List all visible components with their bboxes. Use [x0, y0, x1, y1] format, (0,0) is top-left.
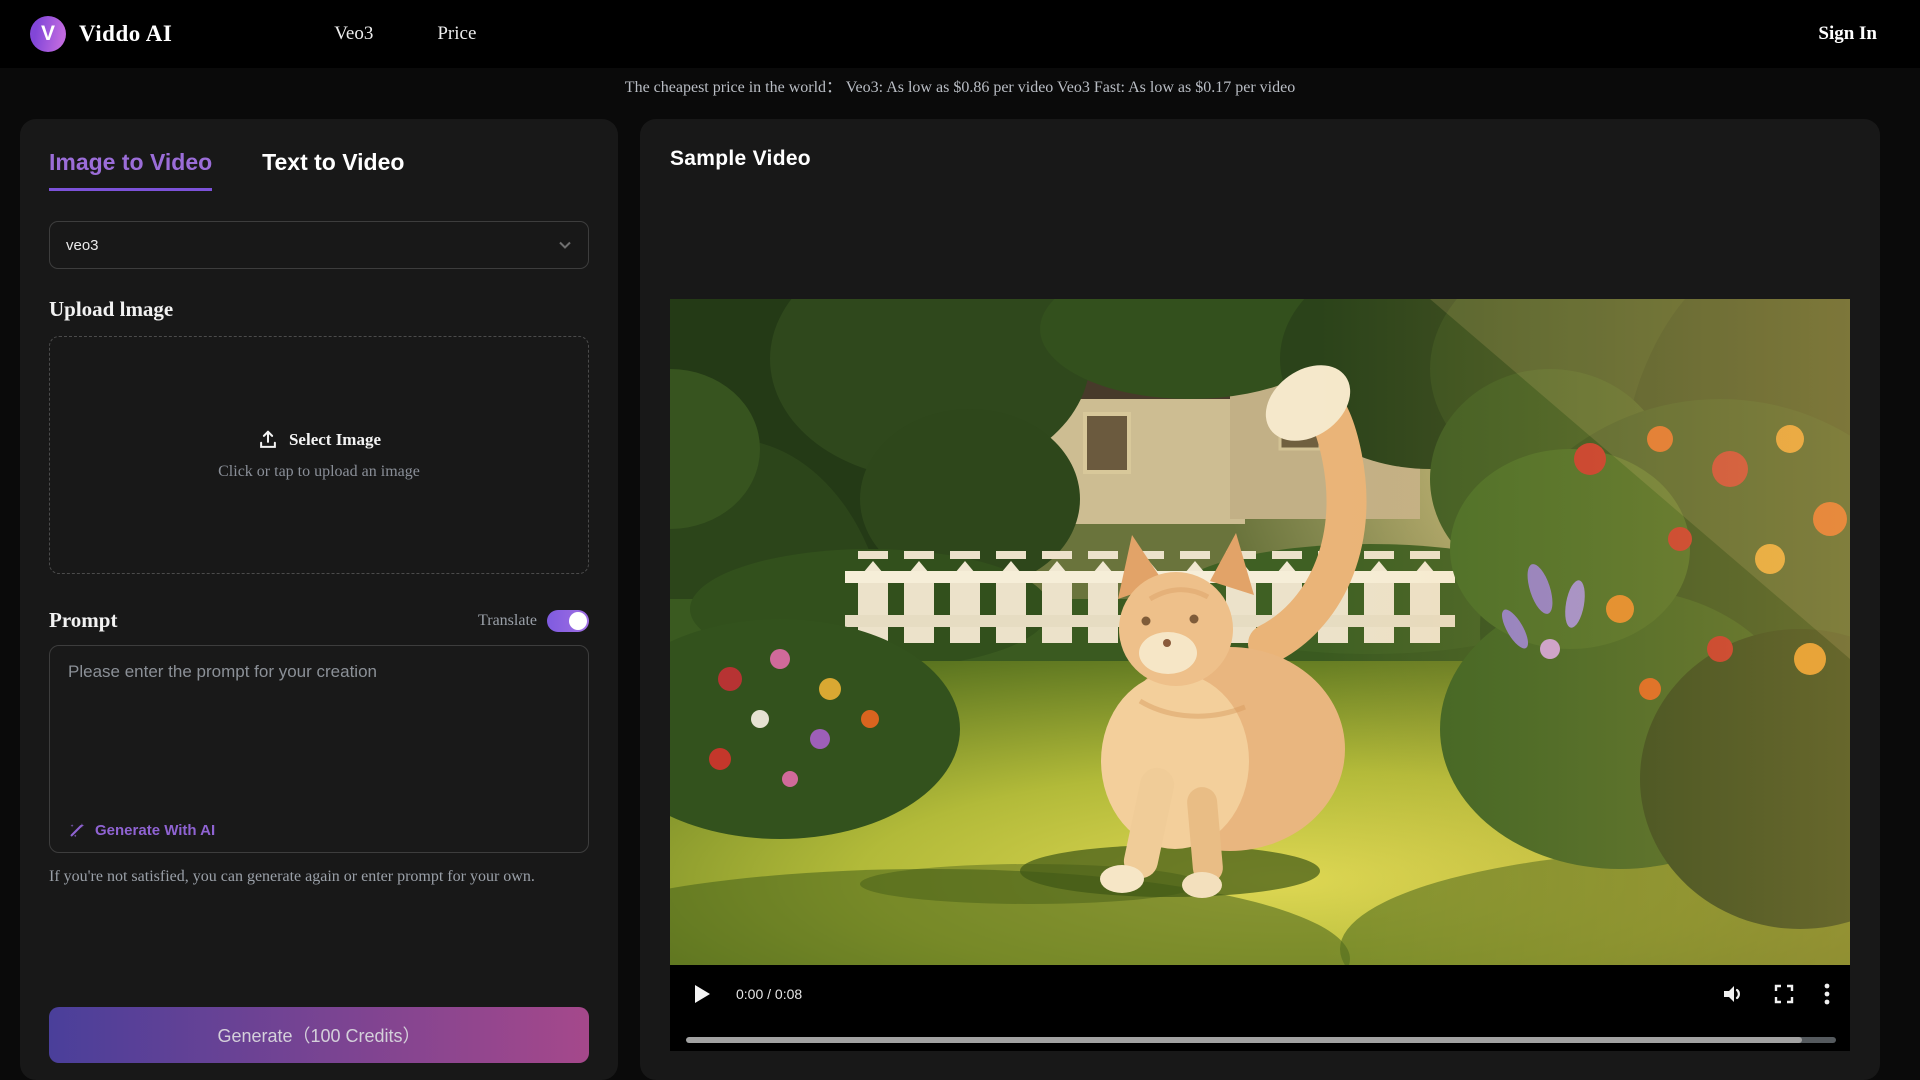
upload-heading: Upload lmage: [49, 297, 589, 322]
sample-video-frame: [670, 299, 1850, 965]
fullscreen-icon: [1774, 984, 1794, 1004]
chevron-down-icon: [558, 238, 572, 252]
navbar: V Viddo AI Veo3 Price Sign In: [0, 0, 1920, 68]
generate-with-ai-button[interactable]: Generate With AI: [68, 821, 215, 839]
fullscreen-button[interactable]: [1774, 984, 1794, 1004]
volume-button[interactable]: [1722, 984, 1744, 1004]
brand[interactable]: V Viddo AI: [30, 16, 172, 52]
model-select-value: veo3: [66, 237, 99, 254]
video-controls: 0:00 / 0:08: [670, 965, 1850, 1051]
retry-note: If you're not satisfied, you can generat…: [49, 868, 589, 886]
translate-label: Translate: [478, 612, 537, 630]
translate-toggle[interactable]: [547, 610, 589, 632]
viddo-logo-icon: V: [30, 16, 66, 52]
prompt-box: Generate With AI: [49, 645, 589, 853]
toggle-knob: [569, 612, 587, 630]
upload-icon: [257, 429, 279, 451]
play-icon: [694, 985, 710, 1003]
tab-image-to-video[interactable]: Image to Video: [49, 149, 212, 191]
generate-with-ai-label: Generate With AI: [95, 822, 215, 839]
upload-hint: Click or tap to upload an image: [218, 463, 420, 481]
brand-name: Viddo AI: [79, 21, 172, 47]
translate-control: Translate: [478, 610, 589, 632]
magic-wand-icon: [68, 821, 86, 839]
video-progress-bar[interactable]: [686, 1037, 1836, 1043]
nav-link-price[interactable]: Price: [437, 23, 476, 45]
model-select[interactable]: veo3: [49, 221, 589, 269]
prompt-heading: Prompt: [49, 608, 117, 633]
upload-dropzone[interactable]: Select Image Click or tap to upload an i…: [49, 336, 589, 574]
play-button[interactable]: [694, 985, 710, 1003]
sample-video[interactable]: 0:00 / 0:08: [670, 299, 1850, 1051]
tab-text-to-video[interactable]: Text to Video: [262, 149, 404, 188]
sample-panel: Sample Video: [640, 119, 1880, 1080]
kebab-menu-icon: [1824, 983, 1830, 1005]
nav-link-veo3[interactable]: Veo3: [334, 23, 373, 45]
more-options-button[interactable]: [1824, 983, 1830, 1005]
promo-banner: The cheapest price in the world： Veo3: A…: [0, 76, 1920, 100]
video-progress-buffered: [686, 1037, 1802, 1043]
time-display: 0:00 / 0:08: [736, 986, 802, 1002]
prompt-input[interactable]: [50, 646, 588, 786]
generate-button[interactable]: Generate（100 Credits）: [49, 1007, 589, 1063]
sign-in-button[interactable]: Sign In: [1818, 23, 1877, 45]
mode-tabs: Image to Video Text to Video: [49, 149, 589, 191]
sample-video-heading: Sample Video: [670, 147, 1850, 171]
prompt-row: Prompt Translate: [49, 608, 589, 633]
volume-icon: [1722, 984, 1744, 1004]
nav-links: Veo3 Price: [334, 23, 476, 45]
main-content: Image to Video Text to Video veo3 Upload…: [0, 100, 1920, 1080]
select-image-label: Select Image: [289, 430, 381, 450]
generation-panel: Image to Video Text to Video veo3 Upload…: [20, 119, 618, 1080]
